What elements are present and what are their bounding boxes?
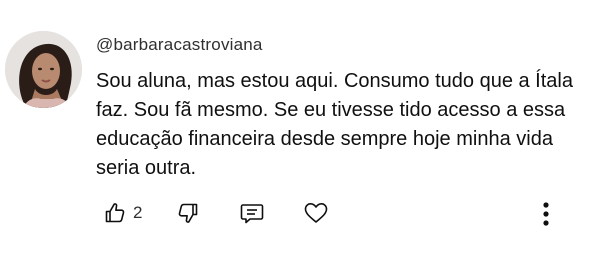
avatar-image: [5, 31, 82, 108]
heart-icon: [304, 203, 328, 223]
more-options-button[interactable]: [536, 199, 556, 229]
thumbs-down-icon: [178, 203, 198, 223]
avatar[interactable]: [5, 31, 82, 108]
comment-actions: 2: [100, 198, 570, 228]
thumbs-up-icon: [105, 203, 125, 223]
dislike-button[interactable]: [176, 198, 200, 228]
like-count: 2: [133, 203, 143, 222]
heart-button[interactable]: [303, 198, 329, 228]
reply-button[interactable]: [239, 198, 265, 228]
like-button[interactable]: 2: [103, 198, 142, 228]
comment-text: Sou aluna, mas estou aqui. Consumo tudo …: [96, 70, 573, 179]
comment-card: @barbaracastroviana Sou aluna, mas estou…: [0, 0, 600, 261]
comment-author[interactable]: @barbaracastroviana: [96, 35, 263, 55]
more-vertical-icon: [543, 202, 549, 226]
reply-comment-icon: [240, 204, 264, 224]
